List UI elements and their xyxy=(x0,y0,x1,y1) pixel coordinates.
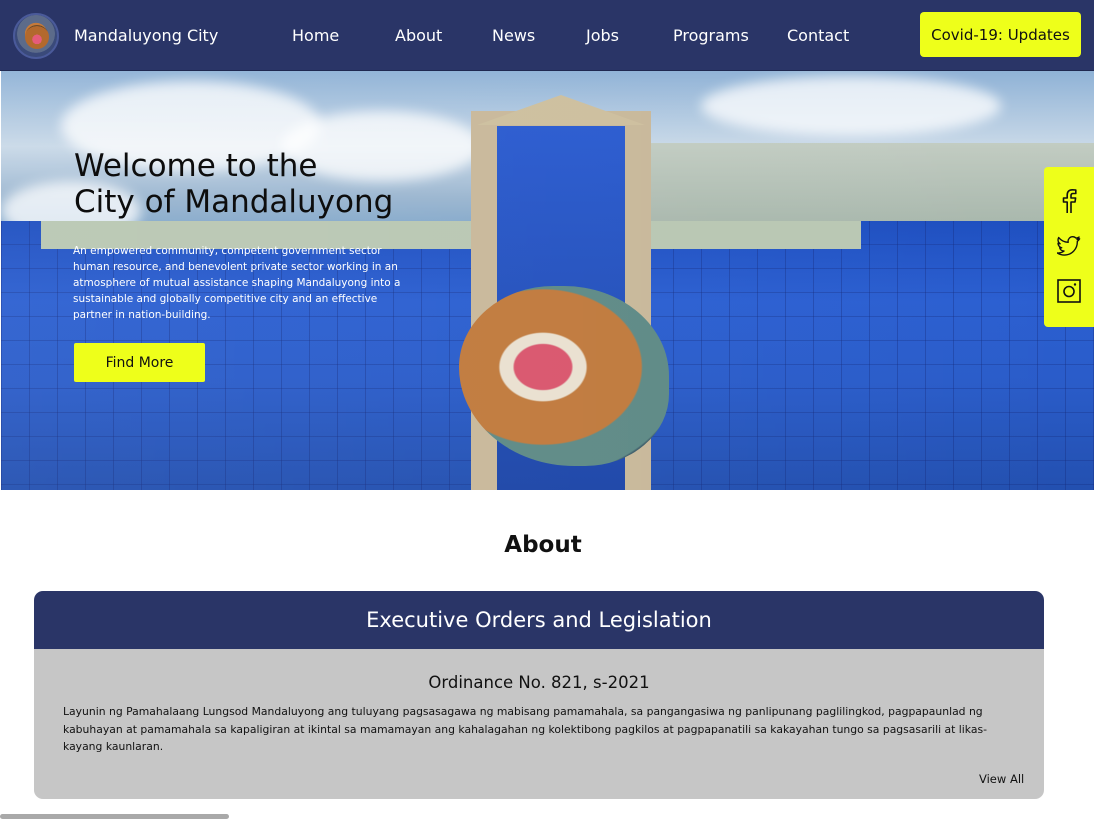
about-section-title: About xyxy=(504,532,582,558)
hero-banner: Welcome to the City of Mandaluyong An em… xyxy=(1,71,1094,490)
nav-about[interactable]: About xyxy=(395,26,442,45)
horizontal-scrollbar[interactable] xyxy=(0,814,229,819)
view-all-link[interactable]: View All xyxy=(979,772,1024,786)
covid-updates-button[interactable]: Covid-19: Updates xyxy=(920,12,1081,57)
executive-orders-card-header: Executive Orders and Legislation xyxy=(34,591,1044,649)
hero-title-line1: Welcome to the xyxy=(74,148,318,184)
city-logo[interactable] xyxy=(13,13,59,59)
social-sidebar xyxy=(1044,167,1094,327)
card-title: Executive Orders and Legislation xyxy=(366,608,712,632)
hero-title: Welcome to the City of Mandaluyong xyxy=(74,148,434,220)
hero-title-line2: City of Mandaluyong xyxy=(74,184,394,220)
ordinance-text: Layunin ng Pamahalaang Lungsod Mandaluyo… xyxy=(63,705,987,753)
nav-programs[interactable]: Programs xyxy=(673,26,749,45)
nav-contact[interactable]: Contact xyxy=(787,26,849,45)
find-more-button[interactable]: Find More xyxy=(74,343,205,382)
facebook-icon[interactable] xyxy=(1057,189,1081,213)
hero-description: An empowered community, competent govern… xyxy=(73,245,401,321)
nav-home[interactable]: Home xyxy=(292,26,339,45)
instagram-icon[interactable] xyxy=(1057,279,1081,303)
site-name[interactable]: Mandaluyong City xyxy=(74,26,218,45)
tiger-emblem xyxy=(25,25,49,49)
nav-news[interactable]: News xyxy=(492,26,535,45)
nav-jobs[interactable]: Jobs xyxy=(586,26,619,45)
ordinance-title[interactable]: Ordinance No. 821, s-2021 xyxy=(34,673,1044,692)
twitter-icon[interactable] xyxy=(1057,234,1081,258)
executive-orders-card-body: Ordinance No. 821, s-2021 Layunin ng Pam… xyxy=(34,649,1044,799)
navbar: Mandaluyong City Home About News Jobs Pr… xyxy=(0,0,1094,71)
